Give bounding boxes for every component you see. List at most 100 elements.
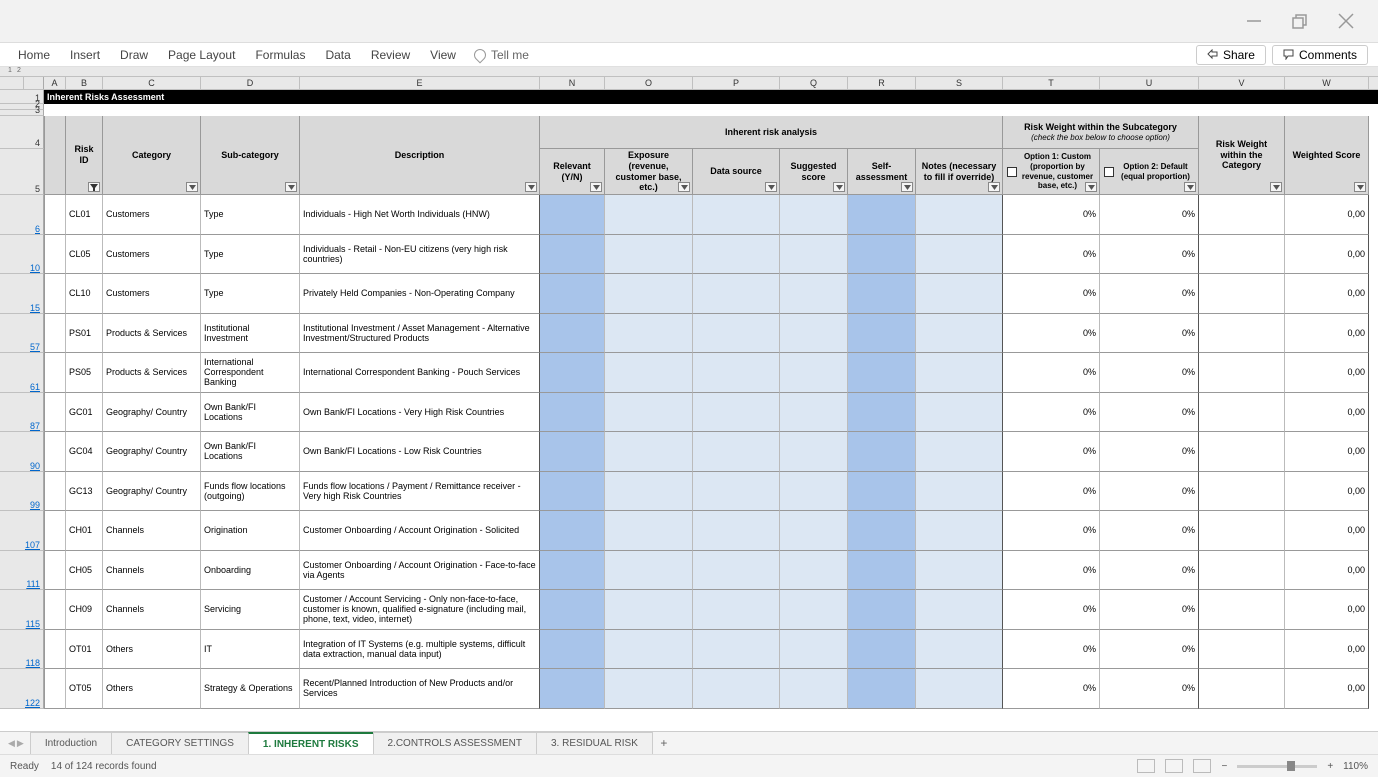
cell[interactable] (848, 393, 916, 433)
row-header[interactable]: 99 (0, 472, 44, 512)
filter-button[interactable] (765, 182, 777, 192)
column-header-A[interactable]: A (44, 77, 66, 89)
cell[interactable]: 0,00 (1285, 511, 1369, 551)
cell[interactable] (540, 353, 605, 393)
cell[interactable]: 0% (1003, 274, 1100, 314)
tab-nav-next[interactable]: ▶ (17, 738, 24, 749)
cell[interactable] (540, 669, 605, 709)
cell[interactable] (848, 353, 916, 393)
cell[interactable]: Funds flow locations / Payment / Remitta… (300, 472, 540, 512)
column-header-S[interactable]: S (916, 77, 1003, 89)
cell[interactable] (780, 472, 848, 512)
cell[interactable]: 0% (1100, 432, 1199, 472)
ribbon-tab-review[interactable]: Review (361, 43, 420, 67)
cell[interactable] (540, 590, 605, 630)
column-header-T[interactable]: T (1003, 77, 1100, 89)
cell[interactable]: Customer / Account Servicing - Only non-… (300, 590, 540, 630)
cell[interactable] (1199, 511, 1285, 551)
filter-button[interactable] (1354, 182, 1366, 192)
cell[interactable] (693, 195, 780, 235)
cell[interactable]: Type (201, 235, 300, 275)
cell[interactable] (848, 630, 916, 670)
cell[interactable]: Institutional Investment (201, 314, 300, 354)
cell[interactable] (1199, 432, 1285, 472)
cell[interactable]: 0% (1100, 669, 1199, 709)
cell[interactable] (540, 314, 605, 354)
cell[interactable] (693, 551, 780, 591)
cell[interactable]: GC13 (66, 472, 103, 512)
cell[interactable]: 0,00 (1285, 630, 1369, 670)
cell[interactable]: Products & Services (103, 353, 201, 393)
column-header-N[interactable]: N (540, 77, 605, 89)
cell[interactable]: Others (103, 669, 201, 709)
sheet-tab[interactable]: Introduction (30, 732, 112, 754)
row-header[interactable]: 61 (0, 353, 44, 393)
ribbon-tab-view[interactable]: View (420, 43, 466, 67)
ribbon-tab-home[interactable]: Home (8, 43, 60, 67)
cell[interactable] (780, 511, 848, 551)
cell[interactable] (44, 630, 66, 670)
zoom-in-button[interactable]: + (1327, 761, 1333, 772)
cell[interactable]: 0% (1100, 353, 1199, 393)
sheet-tab[interactable]: 1. INHERENT RISKS (248, 732, 374, 754)
cell[interactable]: 0% (1003, 195, 1100, 235)
row-header[interactable]: 10 (0, 235, 44, 275)
cell[interactable]: 0,00 (1285, 235, 1369, 275)
cell[interactable]: 0% (1100, 630, 1199, 670)
cell[interactable] (848, 472, 916, 512)
cell[interactable] (44, 511, 66, 551)
cell[interactable] (540, 511, 605, 551)
cell[interactable] (540, 274, 605, 314)
cell[interactable]: Type (201, 195, 300, 235)
cell[interactable]: 0% (1100, 274, 1199, 314)
cell[interactable] (605, 590, 693, 630)
cell[interactable]: Channels (103, 511, 201, 551)
cell[interactable] (44, 432, 66, 472)
cell[interactable]: Type (201, 274, 300, 314)
ribbon-tab-data[interactable]: Data (315, 43, 360, 67)
filter-button[interactable] (901, 182, 913, 192)
cell[interactable]: 0% (1100, 314, 1199, 354)
column-header-W[interactable]: W (1285, 77, 1369, 89)
ribbon-tab-formulas[interactable]: Formulas (245, 43, 315, 67)
cell[interactable]: CL01 (66, 195, 103, 235)
cell[interactable] (605, 274, 693, 314)
cell[interactable]: Privately Held Companies - Non-Operating… (300, 274, 540, 314)
cell[interactable] (693, 235, 780, 275)
view-page-break-button[interactable] (1193, 759, 1211, 773)
column-header-V[interactable]: V (1199, 77, 1285, 89)
tab-nav-prev[interactable]: ◀ (8, 738, 15, 749)
cell[interactable] (780, 393, 848, 433)
column-header-D[interactable]: D (201, 77, 300, 89)
filter-button[interactable] (1085, 182, 1097, 192)
filter-button[interactable] (590, 182, 602, 192)
cell[interactable] (44, 274, 66, 314)
cell[interactable] (916, 235, 1003, 275)
row-header[interactable]: 4 (0, 116, 44, 149)
cell[interactable]: 0% (1003, 590, 1100, 630)
tell-me-search[interactable]: Tell me (474, 48, 529, 62)
cell[interactable] (916, 195, 1003, 235)
cell[interactable] (540, 195, 605, 235)
cell[interactable] (605, 511, 693, 551)
cell[interactable] (44, 235, 66, 275)
cell[interactable] (1199, 235, 1285, 275)
cell[interactable]: Channels (103, 590, 201, 630)
cell[interactable]: Individuals - Retail - Non-EU citizens (… (300, 235, 540, 275)
cell[interactable]: CH05 (66, 551, 103, 591)
cell[interactable] (1199, 274, 1285, 314)
cell[interactable] (780, 235, 848, 275)
cell[interactable]: GC04 (66, 432, 103, 472)
filter-button[interactable] (525, 182, 537, 192)
cell[interactable]: Own Bank/FI Locations (201, 393, 300, 433)
filter-button[interactable] (285, 182, 297, 192)
cell[interactable] (693, 472, 780, 512)
cell[interactable]: 0% (1003, 393, 1100, 433)
cell[interactable]: IT (201, 630, 300, 670)
filter-button[interactable] (678, 182, 690, 192)
cell[interactable]: 0% (1100, 551, 1199, 591)
cell[interactable] (540, 235, 605, 275)
cell[interactable]: 0% (1100, 511, 1199, 551)
cell[interactable]: Onboarding (201, 551, 300, 591)
cell[interactable]: 0,00 (1285, 314, 1369, 354)
